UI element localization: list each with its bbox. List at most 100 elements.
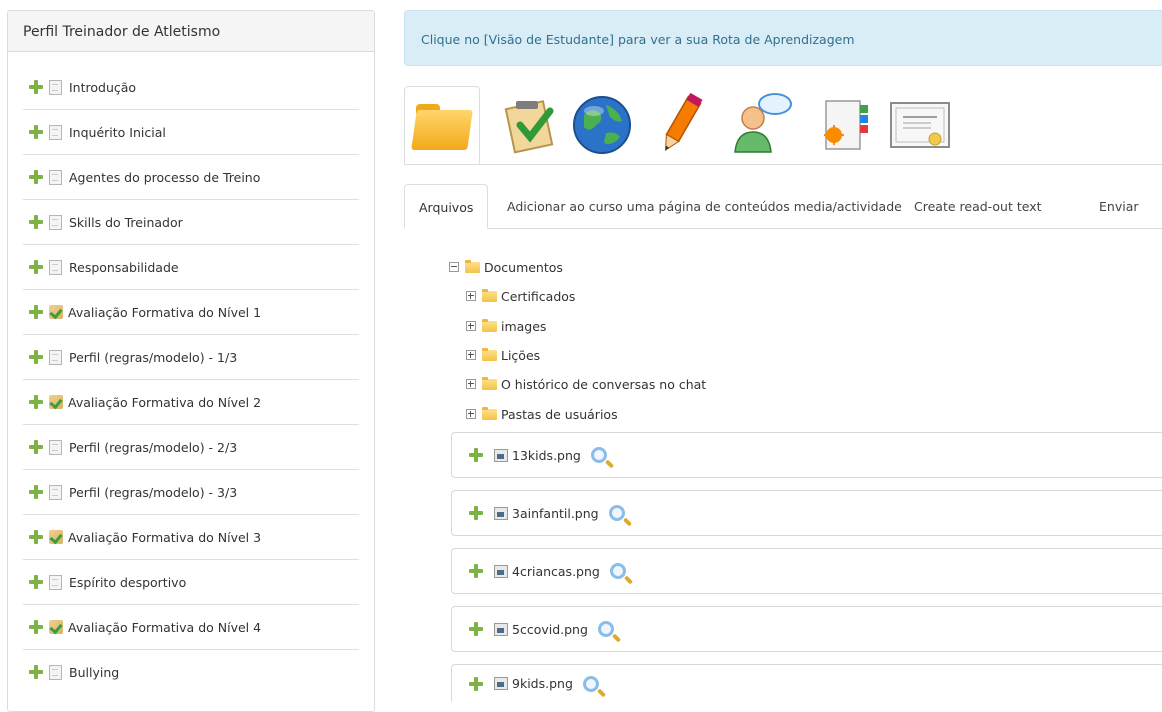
preview-magnifier-icon[interactable] xyxy=(597,621,614,637)
sidebar-item[interactable]: Skills do Treinador xyxy=(23,200,359,245)
folder-icon xyxy=(482,318,497,332)
add-icon[interactable] xyxy=(29,395,43,409)
expand-icon[interactable] xyxy=(466,379,476,389)
tab-add-media-page[interactable]: Adicionar ao curso uma página de conteúd… xyxy=(493,184,916,228)
document-icon xyxy=(49,484,62,500)
tab-create-readout-text[interactable]: Create read-out text xyxy=(900,184,1056,228)
add-icon[interactable] xyxy=(29,350,43,364)
pencil-icon[interactable] xyxy=(642,86,718,164)
tree-root-label[interactable]: Documentos xyxy=(484,260,563,275)
add-icon[interactable] xyxy=(29,575,43,589)
folder-icon xyxy=(465,259,480,273)
sidebar-item[interactable]: Espírito desportivo xyxy=(23,560,359,605)
sidebar-item[interactable]: Perfil (regras/modelo) - 3/3 xyxy=(23,470,359,515)
add-icon[interactable] xyxy=(29,125,43,139)
add-icon[interactable] xyxy=(469,448,483,462)
preview-magnifier-icon[interactable] xyxy=(608,505,625,521)
expand-icon[interactable] xyxy=(466,409,476,419)
globe-icon[interactable] xyxy=(564,86,640,164)
add-icon[interactable] xyxy=(29,80,43,94)
preview-magnifier-icon[interactable] xyxy=(590,447,607,463)
add-icon[interactable] xyxy=(29,440,43,454)
file-row[interactable]: 5ccovid.png xyxy=(451,606,1162,652)
sidebar-item-label[interactable]: Espírito desportivo xyxy=(69,575,186,590)
sidebar-item-label[interactable]: Bullying xyxy=(69,665,119,680)
add-icon[interactable] xyxy=(29,305,43,319)
file-name[interactable]: 4criancas.png xyxy=(512,564,600,579)
file-name[interactable]: 3ainfantil.png xyxy=(512,506,599,521)
sidebar-item[interactable]: Agentes do processo de Treino xyxy=(23,155,359,200)
file-row[interactable]: 9kids.png xyxy=(451,664,1162,702)
add-icon[interactable] xyxy=(29,215,43,229)
collapse-icon[interactable] xyxy=(449,262,459,272)
sidebar-item[interactable]: Introdução xyxy=(23,65,359,110)
quiz-icon xyxy=(49,305,63,319)
tree-node-label[interactable]: Lições xyxy=(501,348,540,363)
add-icon[interactable] xyxy=(29,530,43,544)
folder-icon xyxy=(482,288,497,302)
tree-node[interactable]: Lições xyxy=(466,345,540,365)
tab-enviar[interactable]: Enviar xyxy=(1085,184,1153,228)
file-row[interactable]: 3ainfantil.png xyxy=(451,490,1162,536)
document-icon xyxy=(49,169,62,185)
sidebar-item-label[interactable]: Introdução xyxy=(69,80,136,95)
sidebar-item-label[interactable]: Responsabilidade xyxy=(69,260,179,275)
sidebar-item-label[interactable]: Perfil (regras/modelo) - 1/3 xyxy=(69,350,237,365)
preview-magnifier-icon[interactable] xyxy=(582,675,599,692)
file-name[interactable]: 13kids.png xyxy=(512,448,581,463)
preview-magnifier-icon[interactable] xyxy=(609,563,626,579)
sidebar-item-label[interactable]: Perfil (regras/modelo) - 3/3 xyxy=(69,485,237,500)
tree-node[interactable]: Pastas de usuários xyxy=(466,404,618,424)
expand-icon[interactable] xyxy=(466,321,476,331)
tree-node-label[interactable]: Pastas de usuários xyxy=(501,407,618,422)
add-icon[interactable] xyxy=(29,665,43,679)
add-icon[interactable] xyxy=(469,622,483,636)
expand-icon[interactable] xyxy=(466,350,476,360)
sidebar-item[interactable]: Bullying xyxy=(23,650,359,694)
tree-node-label[interactable]: Certificados xyxy=(501,289,575,304)
folder-icon[interactable] xyxy=(404,86,480,164)
sidebar-item-label[interactable]: Avaliação Formativa do Nível 3 xyxy=(68,530,261,545)
sidebar-item-label[interactable]: Agentes do processo de Treino xyxy=(69,170,260,185)
tree-node[interactable]: images xyxy=(466,316,546,336)
sidebar-item[interactable]: Inquérito Inicial xyxy=(23,110,359,155)
file-name[interactable]: 9kids.png xyxy=(512,676,573,691)
sidebar-item[interactable]: Perfil (regras/modelo) - 1/3 xyxy=(23,335,359,380)
sidebar-item-label[interactable]: Avaliação Formativa do Nível 2 xyxy=(68,395,261,410)
notebook-icon[interactable] xyxy=(808,86,884,164)
add-icon[interactable] xyxy=(469,564,483,578)
sidebar-item[interactable]: Perfil (regras/modelo) - 2/3 xyxy=(23,425,359,470)
tree-node-label[interactable]: O histórico de conversas no chat xyxy=(501,377,706,392)
add-icon[interactable] xyxy=(29,620,43,634)
quiz-icon xyxy=(49,530,63,544)
sidebar-item[interactable]: Avaliação Formativa do Nível 1 xyxy=(23,290,359,335)
image-file-icon xyxy=(494,448,508,462)
add-icon[interactable] xyxy=(469,506,483,520)
user-chat-icon[interactable] xyxy=(726,86,802,164)
tree-node-label[interactable]: images xyxy=(501,319,546,334)
certificate-icon[interactable] xyxy=(882,86,958,164)
file-row[interactable]: 13kids.png xyxy=(451,432,1162,478)
sidebar-item-label[interactable]: Inquérito Inicial xyxy=(69,125,166,140)
sidebar-item[interactable]: Responsabilidade xyxy=(23,245,359,290)
tree-root[interactable]: Documentos xyxy=(449,257,563,277)
file-name[interactable]: 5ccovid.png xyxy=(512,622,588,637)
tab-arquivos[interactable]: Arquivos xyxy=(404,184,489,229)
sidebar-item[interactable]: Avaliação Formativa do Nível 3 xyxy=(23,515,359,560)
add-icon[interactable] xyxy=(469,676,483,691)
sidebar-item[interactable]: Avaliação Formativa do Nível 2 xyxy=(23,380,359,425)
add-icon[interactable] xyxy=(29,485,43,499)
document-icon xyxy=(49,79,62,95)
sidebar-item[interactable]: Avaliação Formativa do Nível 4 xyxy=(23,605,359,650)
sidebar-item-label[interactable]: Avaliação Formativa do Nível 4 xyxy=(68,620,261,635)
add-icon[interactable] xyxy=(29,170,43,184)
checklist-icon[interactable] xyxy=(490,86,566,164)
sidebar-item-label[interactable]: Skills do Treinador xyxy=(69,215,183,230)
sidebar-item-label[interactable]: Perfil (regras/modelo) - 2/3 xyxy=(69,440,237,455)
add-icon[interactable] xyxy=(29,260,43,274)
sidebar-item-label[interactable]: Avaliação Formativa do Nível 1 xyxy=(68,305,261,320)
tree-node[interactable]: Certificados xyxy=(466,286,575,306)
file-row[interactable]: 4criancas.png xyxy=(451,548,1162,594)
tree-node[interactable]: O histórico de conversas no chat xyxy=(466,374,706,394)
expand-icon[interactable] xyxy=(466,291,476,301)
